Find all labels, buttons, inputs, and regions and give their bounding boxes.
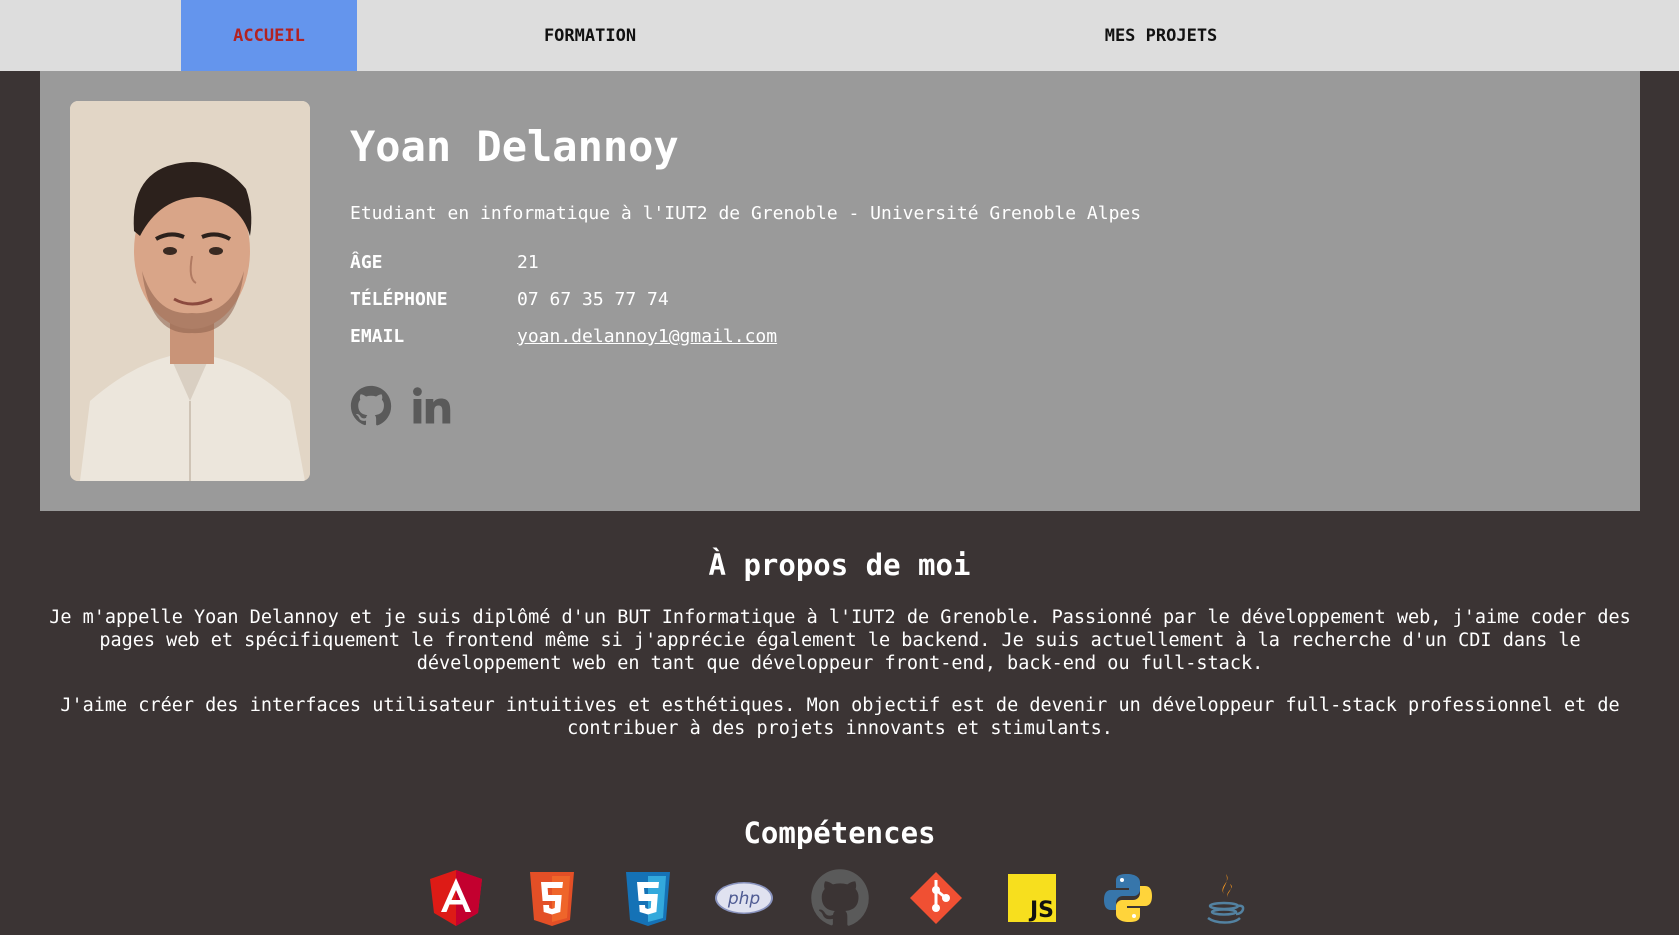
nav-formation[interactable]: FORMATION	[357, 0, 823, 71]
detail-row-email: EMAIL yoan.delannoy1@gmail.com	[350, 318, 1141, 355]
angular-icon	[430, 870, 482, 926]
detail-row-phone: TÉLÉPHONE 07 67 35 77 74	[350, 281, 1141, 318]
age-label: ÂGE	[350, 252, 383, 273]
email-link[interactable]: yoan.delannoy1@gmail.com	[517, 326, 777, 347]
phone-label: TÉLÉPHONE	[350, 289, 448, 310]
nav-mes-projets[interactable]: MES PROJETS	[823, 0, 1499, 71]
nav-accueil[interactable]: ACCUEIL	[181, 0, 357, 71]
css3-icon	[626, 872, 670, 926]
git-icon	[910, 872, 962, 924]
profile-photo	[70, 101, 310, 481]
about-paragraph-1: Je m'appelle Yoan Delannoy et je suis di…	[49, 607, 1631, 674]
profile-card: Yoan Delannoy Etudiant en informatique à…	[40, 71, 1640, 511]
skills-title: Compétences	[743, 816, 936, 850]
portrait-illustration	[70, 101, 310, 481]
html5-icon	[530, 872, 574, 926]
detail-row-age: ÂGE 21	[350, 244, 1141, 281]
profile-name: Yoan Delannoy	[350, 122, 679, 171]
profile-details: ÂGE 21 TÉLÉPHONE 07 67 35 77 74 EMAIL yo…	[350, 244, 1141, 355]
javascript-icon: JS	[1008, 874, 1056, 923]
top-nav: ACCUEIL FORMATION MES PROJETS	[0, 0, 1679, 71]
age-value: 21	[517, 252, 539, 273]
phone-value: 07 67 35 77 74	[517, 289, 669, 310]
php-text: php	[727, 889, 761, 909]
python-icon	[1104, 874, 1152, 922]
about-paragraph-2: J'aime créer des interfaces utilisateur …	[60, 695, 1620, 739]
linkedin-icon[interactable]	[410, 385, 452, 427]
email-label: EMAIL	[350, 326, 405, 347]
profile-info: Yoan Delannoy Etudiant en informatique à…	[350, 123, 1141, 427]
skills-list: php JS	[426, 868, 1254, 928]
about-title: À propos de moi	[708, 548, 971, 582]
github-icon	[811, 869, 869, 926]
js-text: JS	[1028, 898, 1054, 923]
social-links	[350, 385, 1141, 427]
php-icon: php	[715, 882, 773, 914]
profile-subtitle: Etudiant en informatique à l'IUT2 de Gre…	[350, 203, 1142, 224]
github-icon[interactable]	[350, 385, 392, 427]
java-icon	[1207, 874, 1245, 924]
